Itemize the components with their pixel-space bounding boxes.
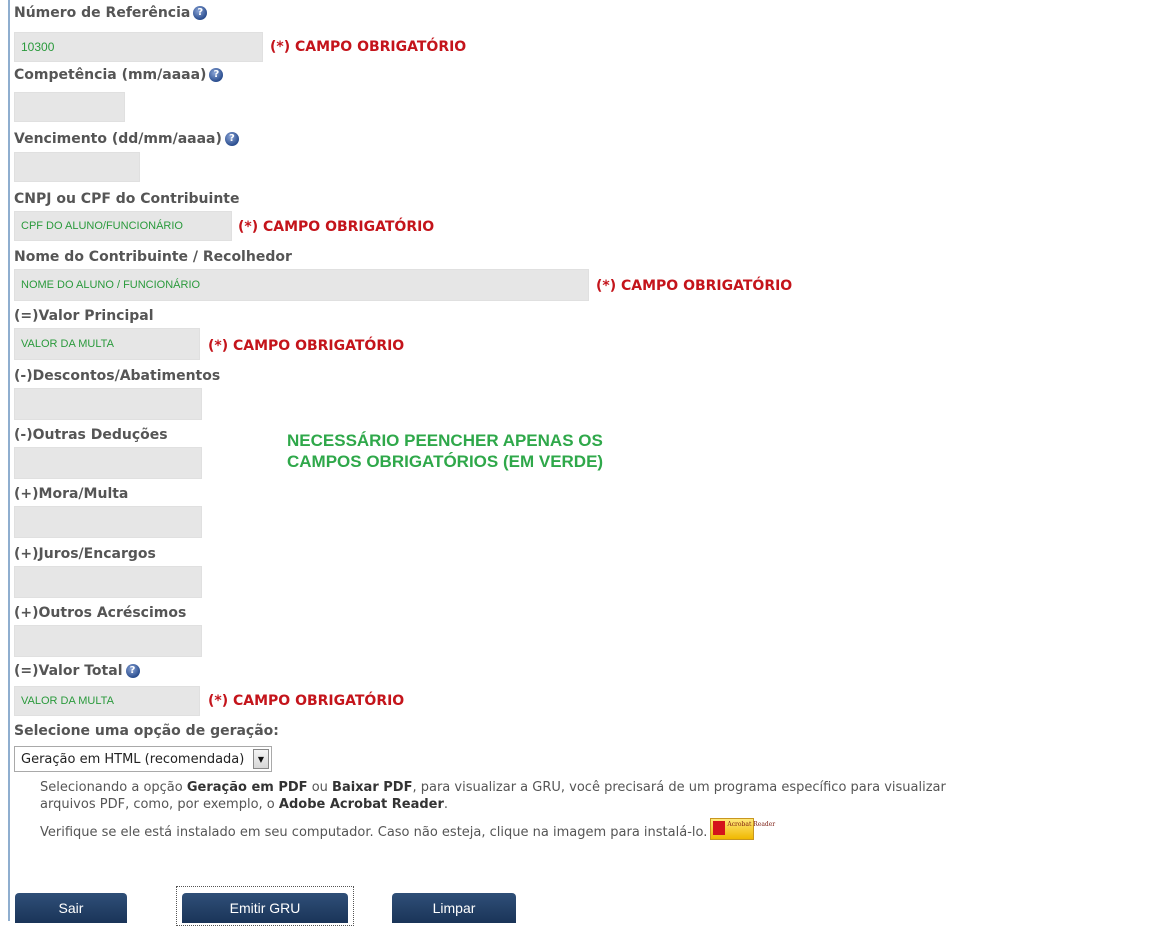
generation-label: Selecione uma opção de geração: [14,723,279,739]
ref-input[interactable]: 10300 [14,32,263,62]
generation-select[interactable]: Geração em HTML (recomendada) ▼ [14,746,272,772]
emitir-gru-button[interactable]: Emitir GRU [182,893,348,923]
acrobat-reader-icon[interactable]: Acrobat Reader [710,818,775,840]
required-indicator: (*) CAMPO OBRIGATÓRIO [270,39,467,55]
help-icon[interactable]: ? [125,664,140,678]
valor-principal-input[interactable]: VALOR DA MULTA [14,328,200,360]
cnpj-label: CNPJ ou CPF do Contribuinte [14,191,240,207]
required-fields-note: NECESSÁRIO PEENCHER APENAS OS CAMPOS OBR… [287,431,604,471]
mora-label: (+)Mora/Multa [14,486,129,502]
required-indicator: (*) CAMPO OBRIGATÓRIO [596,278,793,294]
help-icon[interactable]: ? [209,68,224,82]
chevron-down-icon[interactable]: ▼ [253,749,269,769]
competencia-input[interactable] [14,92,125,122]
ref-label: Número de Referência? [14,4,208,22]
help-icon[interactable]: ? [193,6,208,20]
mora-input[interactable] [14,506,202,538]
juros-input[interactable] [14,566,202,598]
juros-label: (+)Juros/Encargos [14,546,156,562]
deducoes-label: (-)Outras Deduções [14,427,168,443]
nome-input[interactable]: NOME DO ALUNO / FUNCIONÁRIO [14,269,589,301]
required-indicator: (*) CAMPO OBRIGATÓRIO [238,219,435,235]
acrescimos-input[interactable] [14,625,202,657]
required-indicator: (*) CAMPO OBRIGATÓRIO [208,338,405,354]
valor-principal-label: (=)Valor Principal [14,308,154,324]
descontos-label: (-)Descontos/Abatimentos [14,368,221,384]
competencia-label: Competência (mm/aaaa)? [14,66,224,84]
pdf-info-line1: Selecionando a opção Geração em PDF ou B… [40,780,946,795]
install-info: Verifique se ele está instalado em seu c… [40,818,775,841]
cnpj-input[interactable]: CPF DO ALUNO/FUNCIONÁRIO [14,211,232,241]
vencimento-label: Vencimento (dd/mm/aaaa)? [14,130,239,148]
sair-button[interactable]: Sair [15,893,127,923]
help-icon[interactable]: ? [224,132,239,146]
generation-selected-value: Geração em HTML (recomendada) [21,751,245,767]
acrescimos-label: (+)Outros Acréscimos [14,605,187,621]
required-indicator: (*) CAMPO OBRIGATÓRIO [208,693,405,709]
limpar-button[interactable]: Limpar [392,893,516,923]
descontos-input[interactable] [14,388,202,420]
valor-total-input[interactable]: VALOR DA MULTA [14,686,200,716]
valor-total-label: (=)Valor Total? [14,662,140,680]
page-left-border [8,0,10,921]
pdf-info-line2: arquivos PDF, como, por exemplo, o Adobe… [40,797,449,812]
vencimento-input[interactable] [14,152,140,182]
deducoes-input[interactable] [14,447,202,479]
nome-label: Nome do Contribuinte / Recolhedor [14,249,292,265]
